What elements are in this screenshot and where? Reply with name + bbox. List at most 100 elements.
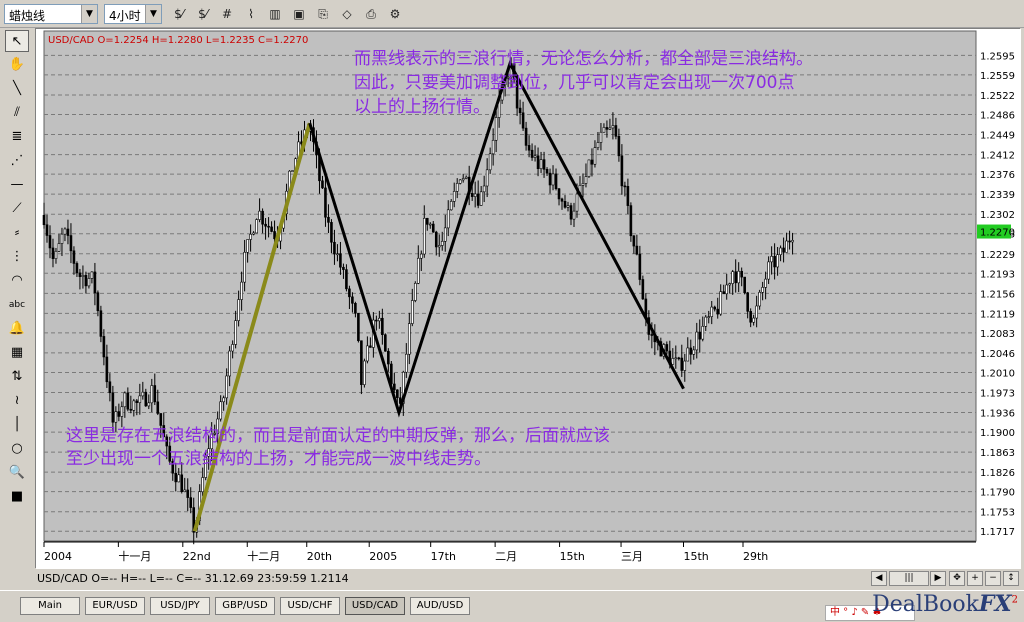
buy-sell-arrows-icon[interactable]: ⇅ bbox=[5, 366, 29, 388]
calculator-icon[interactable]: ▦ bbox=[5, 342, 29, 364]
move-icon[interactable]: ✥ bbox=[949, 571, 965, 586]
candle-body bbox=[695, 331, 699, 351]
price-chart[interactable]: 1.2595 1.2559 1.2522 1.2486 1.2449 1.2412 1.23… bbox=[36, 29, 1021, 569]
annotation-bottom-line: 至少出现一个五浪结构的上扬，才能完成一波中线走势。 bbox=[66, 449, 491, 469]
candle-body bbox=[437, 245, 441, 248]
channel-icon[interactable]: ⸗ bbox=[5, 222, 29, 244]
candle-body bbox=[156, 401, 160, 414]
candle-body bbox=[473, 193, 477, 197]
y-tick-label: 1.2522 bbox=[980, 91, 1015, 102]
candle-body bbox=[225, 375, 228, 399]
candle-body bbox=[48, 235, 52, 249]
candle-body bbox=[375, 319, 378, 322]
fibonacci-icon[interactable]: ≣ bbox=[5, 126, 29, 148]
timeframe-select[interactable]: 4小时 ▼ bbox=[104, 4, 162, 24]
x-tick-label: 2004 bbox=[44, 550, 72, 563]
horizontal-line-icon[interactable]: — bbox=[5, 174, 29, 196]
dollar-slash-icon[interactable]: $⁄ bbox=[168, 4, 190, 24]
eraser-icon[interactable]: ◇ bbox=[336, 4, 358, 24]
bar-chart-icon[interactable]: ▥ bbox=[264, 4, 286, 24]
cursor-ohlc-readout: USD/CAD O=-- H=-- L=-- C=-- 31.12.69 23:… bbox=[37, 572, 349, 585]
copy-icon[interactable]: ⎘ bbox=[312, 4, 334, 24]
candle-body bbox=[108, 381, 112, 394]
line-chart-icon[interactable]: ⌇ bbox=[240, 4, 262, 24]
tab-eur-usd[interactable]: EUR/USD bbox=[85, 597, 145, 615]
candle-body bbox=[665, 344, 669, 352]
candle-body bbox=[593, 147, 597, 165]
print-icon[interactable]: ⎙ bbox=[360, 4, 382, 24]
fit-icon[interactable]: ↕ bbox=[1003, 571, 1019, 586]
parallel-lines-icon[interactable]: ⫽ bbox=[5, 102, 29, 124]
candle-body bbox=[680, 357, 684, 371]
candle-body bbox=[252, 232, 255, 235]
candle-body bbox=[51, 247, 55, 259]
tab-main[interactable]: Main bbox=[20, 597, 80, 615]
candle-body bbox=[333, 241, 336, 255]
dollar-slash-2-icon[interactable]: $⁄ bbox=[192, 4, 214, 24]
candle-body bbox=[237, 299, 240, 321]
candle-body bbox=[485, 169, 489, 187]
arc-icon[interactable]: ◠ bbox=[5, 270, 29, 292]
candle-body bbox=[72, 250, 76, 264]
text-tool-icon[interactable]: abc bbox=[5, 294, 29, 316]
candle-body bbox=[770, 256, 773, 263]
trend-line-icon[interactable]: ╲ bbox=[5, 78, 29, 100]
window-icon[interactable]: ▣ bbox=[288, 4, 310, 24]
candle-body bbox=[351, 296, 354, 304]
candle-body bbox=[581, 183, 585, 186]
dealbook-logo: DealBookFX2 bbox=[872, 591, 1018, 621]
tab-gbp-usd[interactable]: GBP/USD bbox=[215, 597, 275, 615]
zigzag-icon[interactable]: ≀ bbox=[5, 390, 29, 412]
candle-body bbox=[330, 222, 333, 243]
candle-body bbox=[81, 275, 85, 277]
color-palette-icon[interactable]: ■ bbox=[5, 486, 29, 508]
tab-aud-usd[interactable]: AUD/USD bbox=[410, 597, 470, 615]
candle-body bbox=[132, 400, 136, 411]
candle-body bbox=[491, 139, 495, 155]
candle-body bbox=[446, 209, 450, 229]
candle-body bbox=[381, 317, 384, 336]
candle-body bbox=[186, 489, 190, 498]
y-tick-label: 1.2010 bbox=[980, 368, 1015, 379]
x-tick-label: 22nd bbox=[183, 550, 211, 563]
candle-body bbox=[222, 397, 225, 403]
chart-type-select[interactable]: 蜡烛线 ▼ bbox=[4, 4, 98, 24]
vertical-line-icon[interactable]: │ bbox=[5, 414, 29, 436]
tab-usd-jpy[interactable]: USD/JPY bbox=[150, 597, 210, 615]
y-tick-label: 1.1936 bbox=[980, 409, 1015, 420]
zoom-icon[interactable]: 🔍 bbox=[5, 462, 29, 484]
grid-hash-icon[interactable]: # bbox=[216, 4, 238, 24]
tab-usd-cad[interactable]: USD/CAD bbox=[345, 597, 405, 615]
alarm-bell-icon[interactable]: 🔔 bbox=[5, 318, 29, 340]
scroll-right-icon[interactable]: ▶ bbox=[930, 571, 946, 586]
scroll-left-icon[interactable]: ◀ bbox=[871, 571, 887, 586]
candle-body bbox=[114, 411, 118, 423]
candle-body bbox=[120, 406, 124, 417]
zoom-in-icon[interactable]: + bbox=[967, 571, 983, 586]
ellipse-icon[interactable]: ○ bbox=[5, 438, 29, 460]
candle-body bbox=[102, 336, 106, 358]
chart-window[interactable]: 1.2595 1.2559 1.2522 1.2486 1.2449 1.2412 1.23… bbox=[35, 28, 1021, 569]
tab-usd-chf[interactable]: USD/CHF bbox=[280, 597, 340, 615]
cursor-arrow-icon[interactable]: ↖ bbox=[5, 30, 29, 52]
levels-icon[interactable]: ⋮ bbox=[5, 246, 29, 268]
scroll-thumb[interactable]: ||| bbox=[889, 571, 929, 586]
properties-icon[interactable]: ⚙ bbox=[384, 4, 406, 24]
x-tick-label: 十二月 bbox=[247, 549, 280, 563]
candle-body bbox=[240, 281, 243, 300]
candle-body bbox=[602, 127, 606, 133]
gann-fan-icon[interactable]: ⟋ bbox=[5, 198, 29, 220]
candle-body bbox=[440, 240, 444, 246]
fan-lines-icon[interactable]: ⋰ bbox=[5, 150, 29, 172]
candle-body bbox=[683, 360, 687, 371]
candle-body bbox=[267, 225, 270, 228]
hand-pan-icon[interactable]: ✋ bbox=[5, 54, 29, 76]
brand-name: DealBook bbox=[872, 592, 979, 617]
candle-body bbox=[428, 223, 432, 226]
candle-body bbox=[773, 256, 776, 268]
candle-body bbox=[734, 271, 737, 284]
candle-body bbox=[623, 185, 627, 188]
zoom-out-icon[interactable]: − bbox=[985, 571, 1001, 586]
candle-body bbox=[755, 305, 758, 319]
candle-body bbox=[54, 250, 58, 259]
